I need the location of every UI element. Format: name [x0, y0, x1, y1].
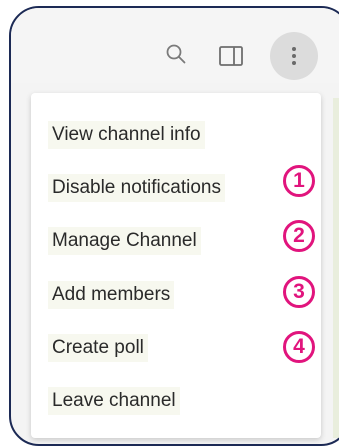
menu-item-add-members[interactable]: Add members [31, 273, 321, 317]
step-badge-4: 4 [283, 331, 315, 363]
menu-item-create-poll[interactable]: Create poll [31, 326, 321, 370]
menu-item-disable-notifications[interactable]: Disable notifications [31, 166, 321, 210]
channel-options-menu: View channel info Disable notifications … [31, 93, 321, 438]
menu-item-label: View channel info [48, 121, 205, 149]
step-badge-3: 3 [283, 276, 315, 308]
side-panel-icon[interactable] [218, 43, 244, 69]
more-vertical-icon[interactable] [270, 32, 318, 80]
menu-item-manage-channel[interactable]: Manage Channel [31, 219, 321, 263]
menu-item-leave-channel[interactable]: Leave channel [31, 379, 321, 423]
menu-item-label: Disable notifications [48, 174, 225, 202]
channel-toolbar [11, 8, 339, 83]
menu-item-label: Create poll [48, 334, 148, 362]
menu-item-label: Leave channel [48, 387, 180, 415]
menu-item-label: Manage Channel [48, 227, 201, 255]
step-badge-1: 1 [283, 165, 315, 197]
step-badge-2: 2 [283, 220, 315, 252]
menu-item-view-channel-info[interactable]: View channel info [31, 113, 321, 157]
search-icon[interactable] [163, 41, 189, 67]
menu-item-label: Add members [48, 281, 175, 309]
channel-list-edge [333, 98, 339, 438]
